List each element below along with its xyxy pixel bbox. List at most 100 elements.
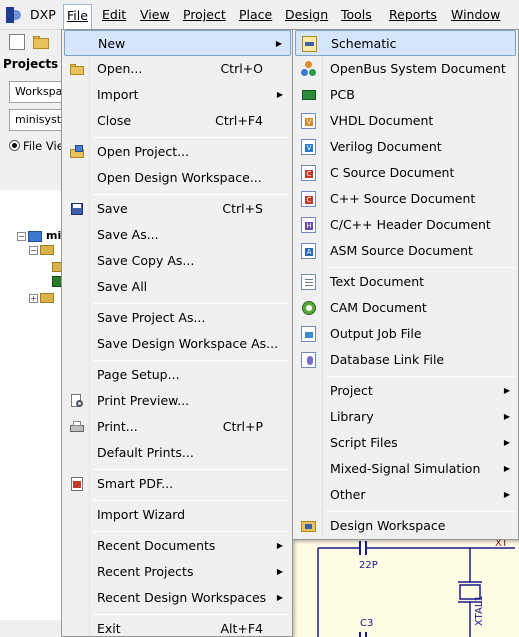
project-combo[interactable]: minisyste [9,109,64,131]
menu-item-label: Import [97,87,139,102]
crystal-label: XTAL1 [474,595,485,626]
menu-item-label: New [98,36,126,51]
new-item-script-files[interactable]: Script Files ▶ [295,430,516,456]
schematic-canvas[interactable]: 22P C3 XT XTAL1 [290,538,519,637]
vhdl-icon: V [301,113,316,129]
menu-window[interactable]: Window [449,5,502,25]
menu-item-label: Library [330,409,374,424]
new-item-schematic[interactable]: Schematic [295,30,516,56]
new-document-icon[interactable] [9,34,25,50]
menu-item-save-design-workspace-as[interactable]: Save Design Workspace As... [64,331,291,357]
menu-tools[interactable]: Tools [339,5,374,25]
text-doc-icon [301,274,316,290]
menu-item-label: Text Document [330,274,425,289]
cpp-source-icon: C [301,191,316,207]
workspace-combo[interactable]: Workspa [9,81,64,103]
tree-expand-icon[interactable]: + [29,294,38,303]
menu-item-exit[interactable]: Exit Alt+F4 [64,616,291,637]
menu-place[interactable]: Place [237,5,274,25]
menu-item-default-prints[interactable]: Default Prints... [64,440,291,466]
folder-icon [40,245,54,255]
menu-item-label: Project [330,383,373,398]
pcb-icon [301,87,316,103]
menu-item-label: Save Project As... [97,310,206,325]
menu-shortcut: Ctrl+O [220,61,263,76]
capacitor-value-label: 22P [359,560,378,571]
tree-collapse-icon[interactable]: − [29,246,38,255]
menu-item-smart-pdf[interactable]: Smart PDF... [64,471,291,497]
menu-item-open-design-workspace[interactable]: Open Design Workspace... [64,165,291,191]
menu-item-recent-documents[interactable]: Recent Documents ▶ [64,533,291,559]
menu-item-open[interactable]: Open... Ctrl+O [64,56,291,82]
new-item-library[interactable]: Library ▶ [295,404,516,430]
output-job-icon [301,326,316,342]
new-item-header[interactable]: H C/C++ Header Document [295,212,516,238]
menu-file[interactable]: File [63,4,92,30]
file-view-radio-label: File Vie [23,139,64,153]
project-tree: − mi − + [0,190,66,620]
new-item-text[interactable]: Text Document [295,269,516,295]
menu-file-label: File [67,8,88,23]
new-item-output-job[interactable]: Output Job File [295,321,516,347]
menu-view[interactable]: View [138,5,172,25]
menu-item-save-all[interactable]: Save All [64,274,291,300]
menu-item-save-as[interactable]: Save As... [64,222,291,248]
new-item-other[interactable]: Other ▶ [295,482,516,508]
menu-separator [93,360,289,361]
menu-item-open-project[interactable]: Open Project... [64,139,291,165]
radio-button-icon [9,140,20,151]
menu-item-close[interactable]: Close Ctrl+F4 [64,108,291,134]
menu-item-label: Design Workspace [330,518,446,533]
menu-item-import[interactable]: Import ▶ [64,82,291,108]
submenu-arrow-icon: ▶ [503,464,510,473]
menu-item-label: C/C++ Header Document [330,217,491,232]
submenu-arrow-icon: ▶ [503,386,510,395]
menu-item-label: Recent Documents [97,538,216,553]
new-item-design-workspace[interactable]: Design Workspace [295,513,516,539]
menu-item-save[interactable]: Save Ctrl+S [64,196,291,222]
new-item-verilog[interactable]: V Verilog Document [295,134,516,160]
new-item-asm[interactable]: A ASM Source Document [295,238,516,264]
new-item-openbus[interactable]: OpenBus System Document [295,56,516,82]
menu-project[interactable]: Project [181,5,228,25]
menu-item-save-copy-as[interactable]: Save Copy As... [64,248,291,274]
open-folder-icon [69,61,85,77]
tree-root-label[interactable]: mi [46,229,61,242]
menu-item-label: Recent Design Workspaces [97,590,267,605]
menu-item-label: C Source Document [330,165,455,180]
menu-reports[interactable]: Reports [387,5,439,25]
file-view-radio[interactable]: File Vie [9,139,64,153]
tree-collapse-icon[interactable]: − [17,232,26,241]
new-item-mixed-signal[interactable]: Mixed-Signal Simulation ▶ [295,456,516,482]
openbus-icon [301,61,316,77]
menu-item-import-wizard[interactable]: Import Wizard [64,502,291,528]
menu-item-save-project-as[interactable]: Save Project As... [64,305,291,331]
menu-item-print[interactable]: Print... Ctrl+P [64,414,291,440]
new-item-c-source[interactable]: C C Source Document [295,160,516,186]
menu-item-print-preview[interactable]: Print Preview... [64,388,291,414]
verilog-icon: V [301,139,316,155]
submenu-arrow-icon: ▶ [276,541,283,550]
menu-item-label: Database Link File [330,352,445,367]
new-item-database-link[interactable]: Database Link File [295,347,516,373]
new-item-vhdl[interactable]: V VHDL Document [295,108,516,134]
menu-separator [326,376,516,377]
menu-design[interactable]: Design [283,5,330,25]
menu-item-page-setup[interactable]: Page Setup... [64,362,291,388]
menu-item-label: Script Files [330,435,398,450]
new-item-pcb[interactable]: PCB [295,82,516,108]
menu-item-new[interactable]: New ▶ [64,30,291,56]
menu-edit[interactable]: Edit [100,5,128,25]
new-item-cpp-source[interactable]: C C++ Source Document [295,186,516,212]
cam-icon [301,300,316,316]
new-item-project[interactable]: Project ▶ [295,378,516,404]
print-preview-icon [69,393,85,409]
menu-dxp[interactable]: DXP [28,5,58,25]
menu-item-recent-projects[interactable]: Recent Projects ▶ [64,559,291,585]
open-folder-icon[interactable] [33,34,49,50]
new-item-cam[interactable]: CAM Document [295,295,516,321]
dxp-logo-icon[interactable] [6,7,22,23]
new-submenu: Schematic OpenBus System Document PCB V … [292,29,519,540]
menu-item-recent-design-workspaces[interactable]: Recent Design Workspaces ▶ [64,585,291,611]
menu-design-label: Design [285,7,329,22]
